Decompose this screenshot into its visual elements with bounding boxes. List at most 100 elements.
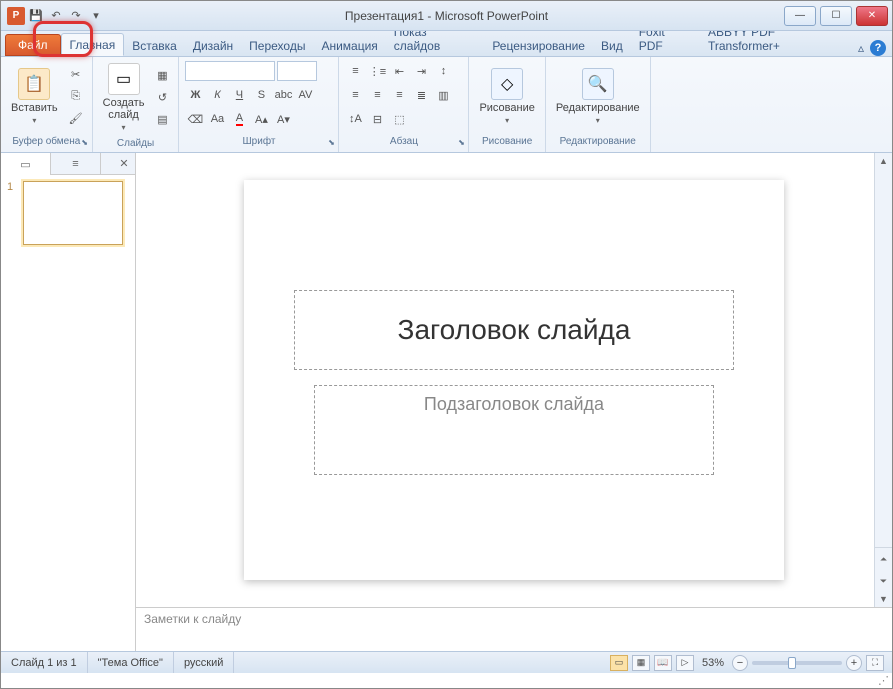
- maximize-button[interactable]: ☐: [820, 6, 852, 26]
- strikethrough-icon[interactable]: S: [251, 85, 271, 105]
- ribbon-group-font: Ж К Ч S abc AV ⌫ Aa A A▴ A▾ Шрифт⬊: [179, 57, 339, 152]
- slide-thumbnail[interactable]: 1: [7, 181, 129, 245]
- slides-tab[interactable]: ▭: [1, 153, 51, 175]
- text-direction-icon[interactable]: ↕A: [345, 109, 365, 129]
- title-placeholder[interactable]: Заголовок слайда: [294, 290, 734, 370]
- reset-icon[interactable]: ↺: [152, 88, 172, 108]
- resize-grip-icon[interactable]: ⋰: [878, 674, 890, 686]
- spacing-icon[interactable]: AV: [295, 85, 315, 105]
- slideshow-view-icon[interactable]: ▷: [676, 655, 694, 671]
- bullets-icon[interactable]: ≡: [345, 61, 365, 81]
- font-size-combo[interactable]: [277, 61, 317, 81]
- tab-insert[interactable]: Вставка: [124, 35, 185, 56]
- ribbon-group-clipboard: 📋 Вставить ▾ ✂ ⎘ 🖌 Буфер обмена⬊: [1, 57, 93, 152]
- outline-tab[interactable]: ≡: [51, 153, 101, 175]
- justify-icon[interactable]: ≣: [411, 85, 431, 105]
- slide-counter[interactable]: Слайд 1 из 1: [1, 652, 88, 673]
- qat-dropdown-icon[interactable]: ▾: [87, 7, 105, 25]
- ribbon-group-drawing: ◇ Рисование ▾ Рисование: [469, 57, 545, 152]
- grow-font-icon[interactable]: A▴: [251, 109, 271, 129]
- layout-icon[interactable]: ▦: [152, 66, 172, 86]
- align-right-icon[interactable]: ≡: [389, 85, 409, 105]
- minimize-button[interactable]: —: [784, 6, 816, 26]
- slide-canvas-area[interactable]: Заголовок слайда Подзаголовок слайда: [136, 153, 892, 607]
- italic-icon[interactable]: К: [207, 85, 227, 105]
- font-family-combo[interactable]: [185, 61, 275, 81]
- section-icon[interactable]: ▤: [152, 110, 172, 130]
- scroll-up-icon[interactable]: ▲: [875, 153, 892, 169]
- reading-view-icon[interactable]: 📖: [654, 655, 672, 671]
- fit-to-window-icon[interactable]: ⛶: [866, 655, 884, 671]
- zoom-in-button[interactable]: +: [846, 655, 862, 671]
- tab-animations[interactable]: Анимация: [313, 35, 385, 56]
- columns-icon[interactable]: ▥: [433, 85, 453, 105]
- dialog-launcher-icon[interactable]: ⬊: [326, 138, 336, 148]
- vertical-scrollbar[interactable]: ▲ ⏶ ⏷ ▼: [874, 153, 892, 607]
- theme-indicator[interactable]: "Тема Office": [88, 652, 174, 673]
- notes-placeholder: Заметки к слайду: [144, 612, 241, 647]
- new-slide-button[interactable]: ▭ Создать слайд ▾: [99, 61, 149, 134]
- help-icon[interactable]: ?: [870, 40, 886, 56]
- main-area: ▭ ≡ ✕ 1 Заголовок слайда Подзаголовок сл…: [1, 153, 892, 651]
- dialog-launcher-icon[interactable]: ⬊: [456, 138, 466, 148]
- tab-design[interactable]: Дизайн: [185, 35, 241, 56]
- redo-icon[interactable]: ↷: [67, 7, 85, 25]
- undo-icon[interactable]: ↶: [47, 7, 65, 25]
- ribbon-group-label: Рисование: [469, 136, 544, 152]
- slides-panel: ▭ ≡ ✕ 1: [1, 153, 136, 651]
- align-center-icon[interactable]: ≡: [367, 85, 387, 105]
- quick-access-toolbar: P 💾 ↶ ↷ ▾: [1, 7, 105, 25]
- decrease-indent-icon[interactable]: ⇤: [389, 61, 409, 81]
- paste-button[interactable]: 📋 Вставить ▾: [7, 66, 62, 127]
- close-button[interactable]: ✕: [856, 6, 888, 26]
- language-indicator[interactable]: русский: [174, 652, 234, 673]
- zoom-out-button[interactable]: −: [732, 655, 748, 671]
- scroll-down-icon[interactable]: ▼: [875, 591, 892, 607]
- dialog-launcher-icon[interactable]: ⬊: [80, 138, 90, 148]
- format-painter-icon[interactable]: 🖌: [66, 109, 86, 129]
- app-icon[interactable]: P: [7, 7, 25, 25]
- drawing-button[interactable]: ◇ Рисование ▾: [475, 66, 538, 127]
- panel-close-icon[interactable]: ✕: [113, 153, 135, 174]
- bold-icon[interactable]: Ж: [185, 85, 205, 105]
- next-slide-icon[interactable]: ⏷: [875, 570, 892, 592]
- ribbon-group-paragraph: ≡ ⋮≡ ⇤ ⇥ ↕ ≡ ≡ ≡ ≣ ▥ ↕A ⊟ ⬚ Абзац⬊: [339, 57, 469, 152]
- save-icon[interactable]: 💾: [27, 7, 45, 25]
- ribbon-group-label: Редактирование: [546, 136, 650, 152]
- font-color-icon[interactable]: A: [229, 109, 249, 129]
- change-case-icon[interactable]: Aa: [207, 109, 227, 129]
- copy-icon[interactable]: ⎘: [66, 87, 86, 107]
- tab-file[interactable]: Файл: [5, 34, 61, 56]
- notes-pane[interactable]: Заметки к слайду: [136, 607, 892, 651]
- clipboard-icon: 📋: [18, 68, 50, 100]
- ribbon-tabs: Файл Главная Вставка Дизайн Переходы Ани…: [1, 31, 892, 57]
- increase-indent-icon[interactable]: ⇥: [411, 61, 431, 81]
- normal-view-icon[interactable]: ▭: [610, 655, 628, 671]
- title-bar: P 💾 ↶ ↷ ▾ Презентация1 - Microsoft Power…: [1, 1, 892, 31]
- line-spacing-icon[interactable]: ↕: [433, 61, 453, 81]
- prev-slide-icon[interactable]: ⏶: [875, 548, 892, 570]
- shrink-font-icon[interactable]: A▾: [273, 109, 293, 129]
- zoom-slider[interactable]: [752, 661, 842, 665]
- thumbnail-image: [23, 181, 123, 245]
- ribbon-minimize-icon[interactable]: ▵: [858, 41, 864, 55]
- clear-format-icon[interactable]: ⌫: [185, 109, 205, 129]
- tab-transitions[interactable]: Переходы: [241, 35, 313, 56]
- editing-button[interactable]: 🔍 Редактирование ▾: [552, 66, 644, 127]
- shadow-icon[interactable]: abc: [273, 85, 293, 105]
- ribbon-group-slides: ▭ Создать слайд ▾ ▦ ↺ ▤ Слайды: [93, 57, 180, 152]
- numbering-icon[interactable]: ⋮≡: [367, 61, 387, 81]
- sorter-view-icon[interactable]: ▦: [632, 655, 650, 671]
- align-text-icon[interactable]: ⊟: [367, 109, 387, 129]
- tab-home[interactable]: Главная: [61, 33, 125, 56]
- cut-icon[interactable]: ✂: [66, 65, 86, 85]
- slide: Заголовок слайда Подзаголовок слайда: [244, 180, 784, 580]
- smartart-icon[interactable]: ⬚: [389, 109, 409, 129]
- zoom-level[interactable]: 53%: [702, 657, 724, 669]
- subtitle-placeholder[interactable]: Подзаголовок слайда: [314, 385, 714, 475]
- align-left-icon[interactable]: ≡: [345, 85, 365, 105]
- tab-review[interactable]: Рецензирование: [484, 35, 593, 56]
- shapes-icon: ◇: [491, 68, 523, 100]
- underline-icon[interactable]: Ч: [229, 85, 249, 105]
- tab-view[interactable]: Вид: [593, 35, 631, 56]
